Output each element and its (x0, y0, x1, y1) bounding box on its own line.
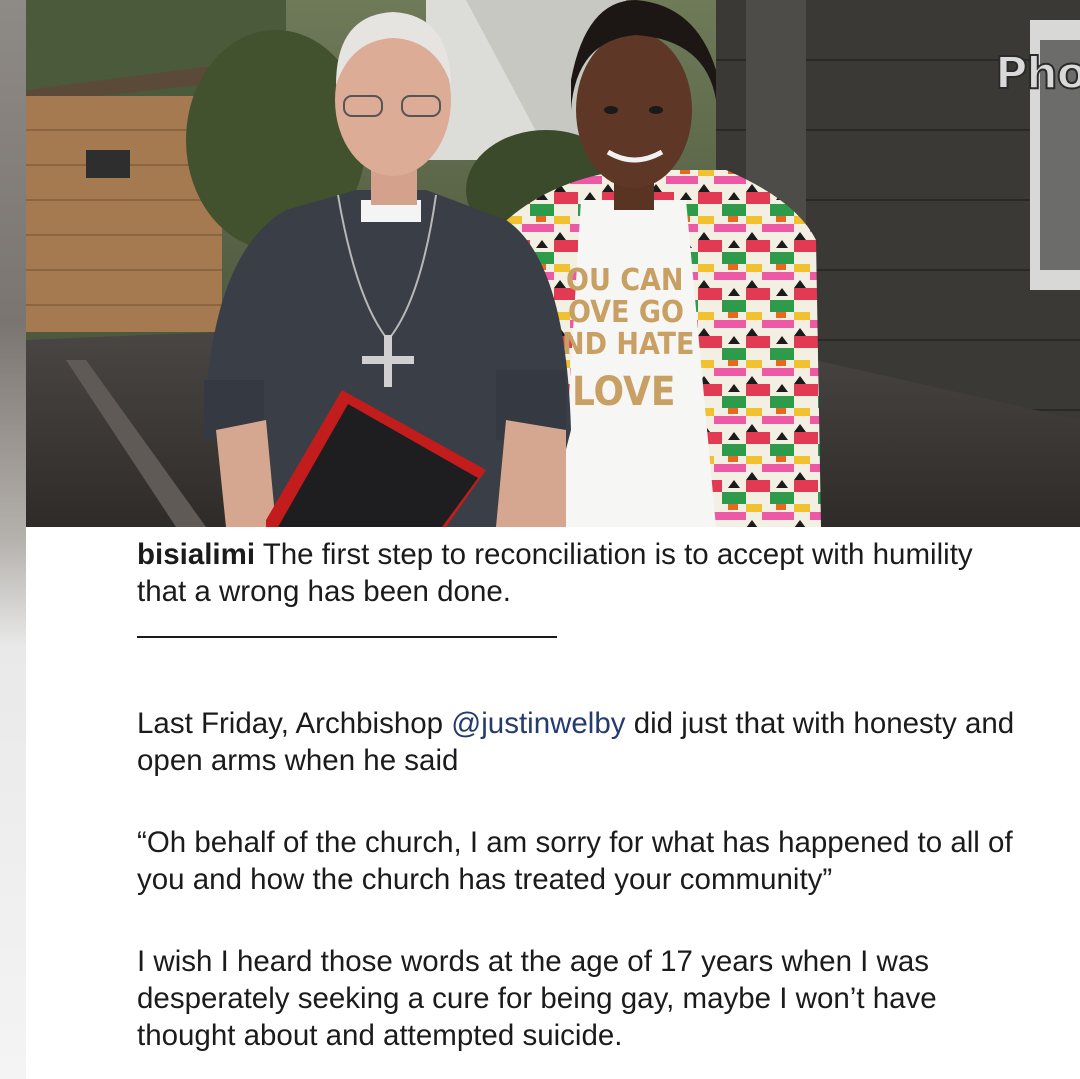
caption-paragraph-1: Last Friday, Archbishop @justinwelby did… (137, 705, 1017, 779)
caption-paragraph-3: I wish I heard those words at the age of… (137, 945, 937, 1052)
paragraph-1-before: Last Friday, Archbishop (137, 707, 452, 740)
shirt-text-line-1: OU CAN (566, 263, 684, 298)
post-caption: bisialimi The first step to reconciliati… (137, 536, 1017, 1054)
shirt-text-line-3: ND HATE (562, 327, 694, 362)
shirt-text-line-4: LOVE (572, 369, 675, 415)
post-photo[interactable]: OU CAN OVE GO ND HATE LOVE Pho (26, 0, 1080, 527)
left-edge-strip (0, 0, 26, 1079)
caption-intro-text: The first step to reconciliation is to a… (137, 538, 973, 608)
username-link[interactable]: bisialimi (137, 538, 255, 571)
mention-link[interactable]: @justinwelby (451, 707, 625, 740)
caption-divider (137, 636, 557, 638)
caption-intro: bisialimi The first step to reconciliati… (137, 536, 1017, 610)
shirt-text-line-2: OVE GO (568, 295, 684, 330)
photo-illustration: OU CAN OVE GO ND HATE LOVE (26, 0, 1080, 527)
photo-corner-label: Pho (994, 47, 1080, 100)
caption-quote: “Oh behalf of the church, I am sorry for… (137, 826, 1013, 896)
